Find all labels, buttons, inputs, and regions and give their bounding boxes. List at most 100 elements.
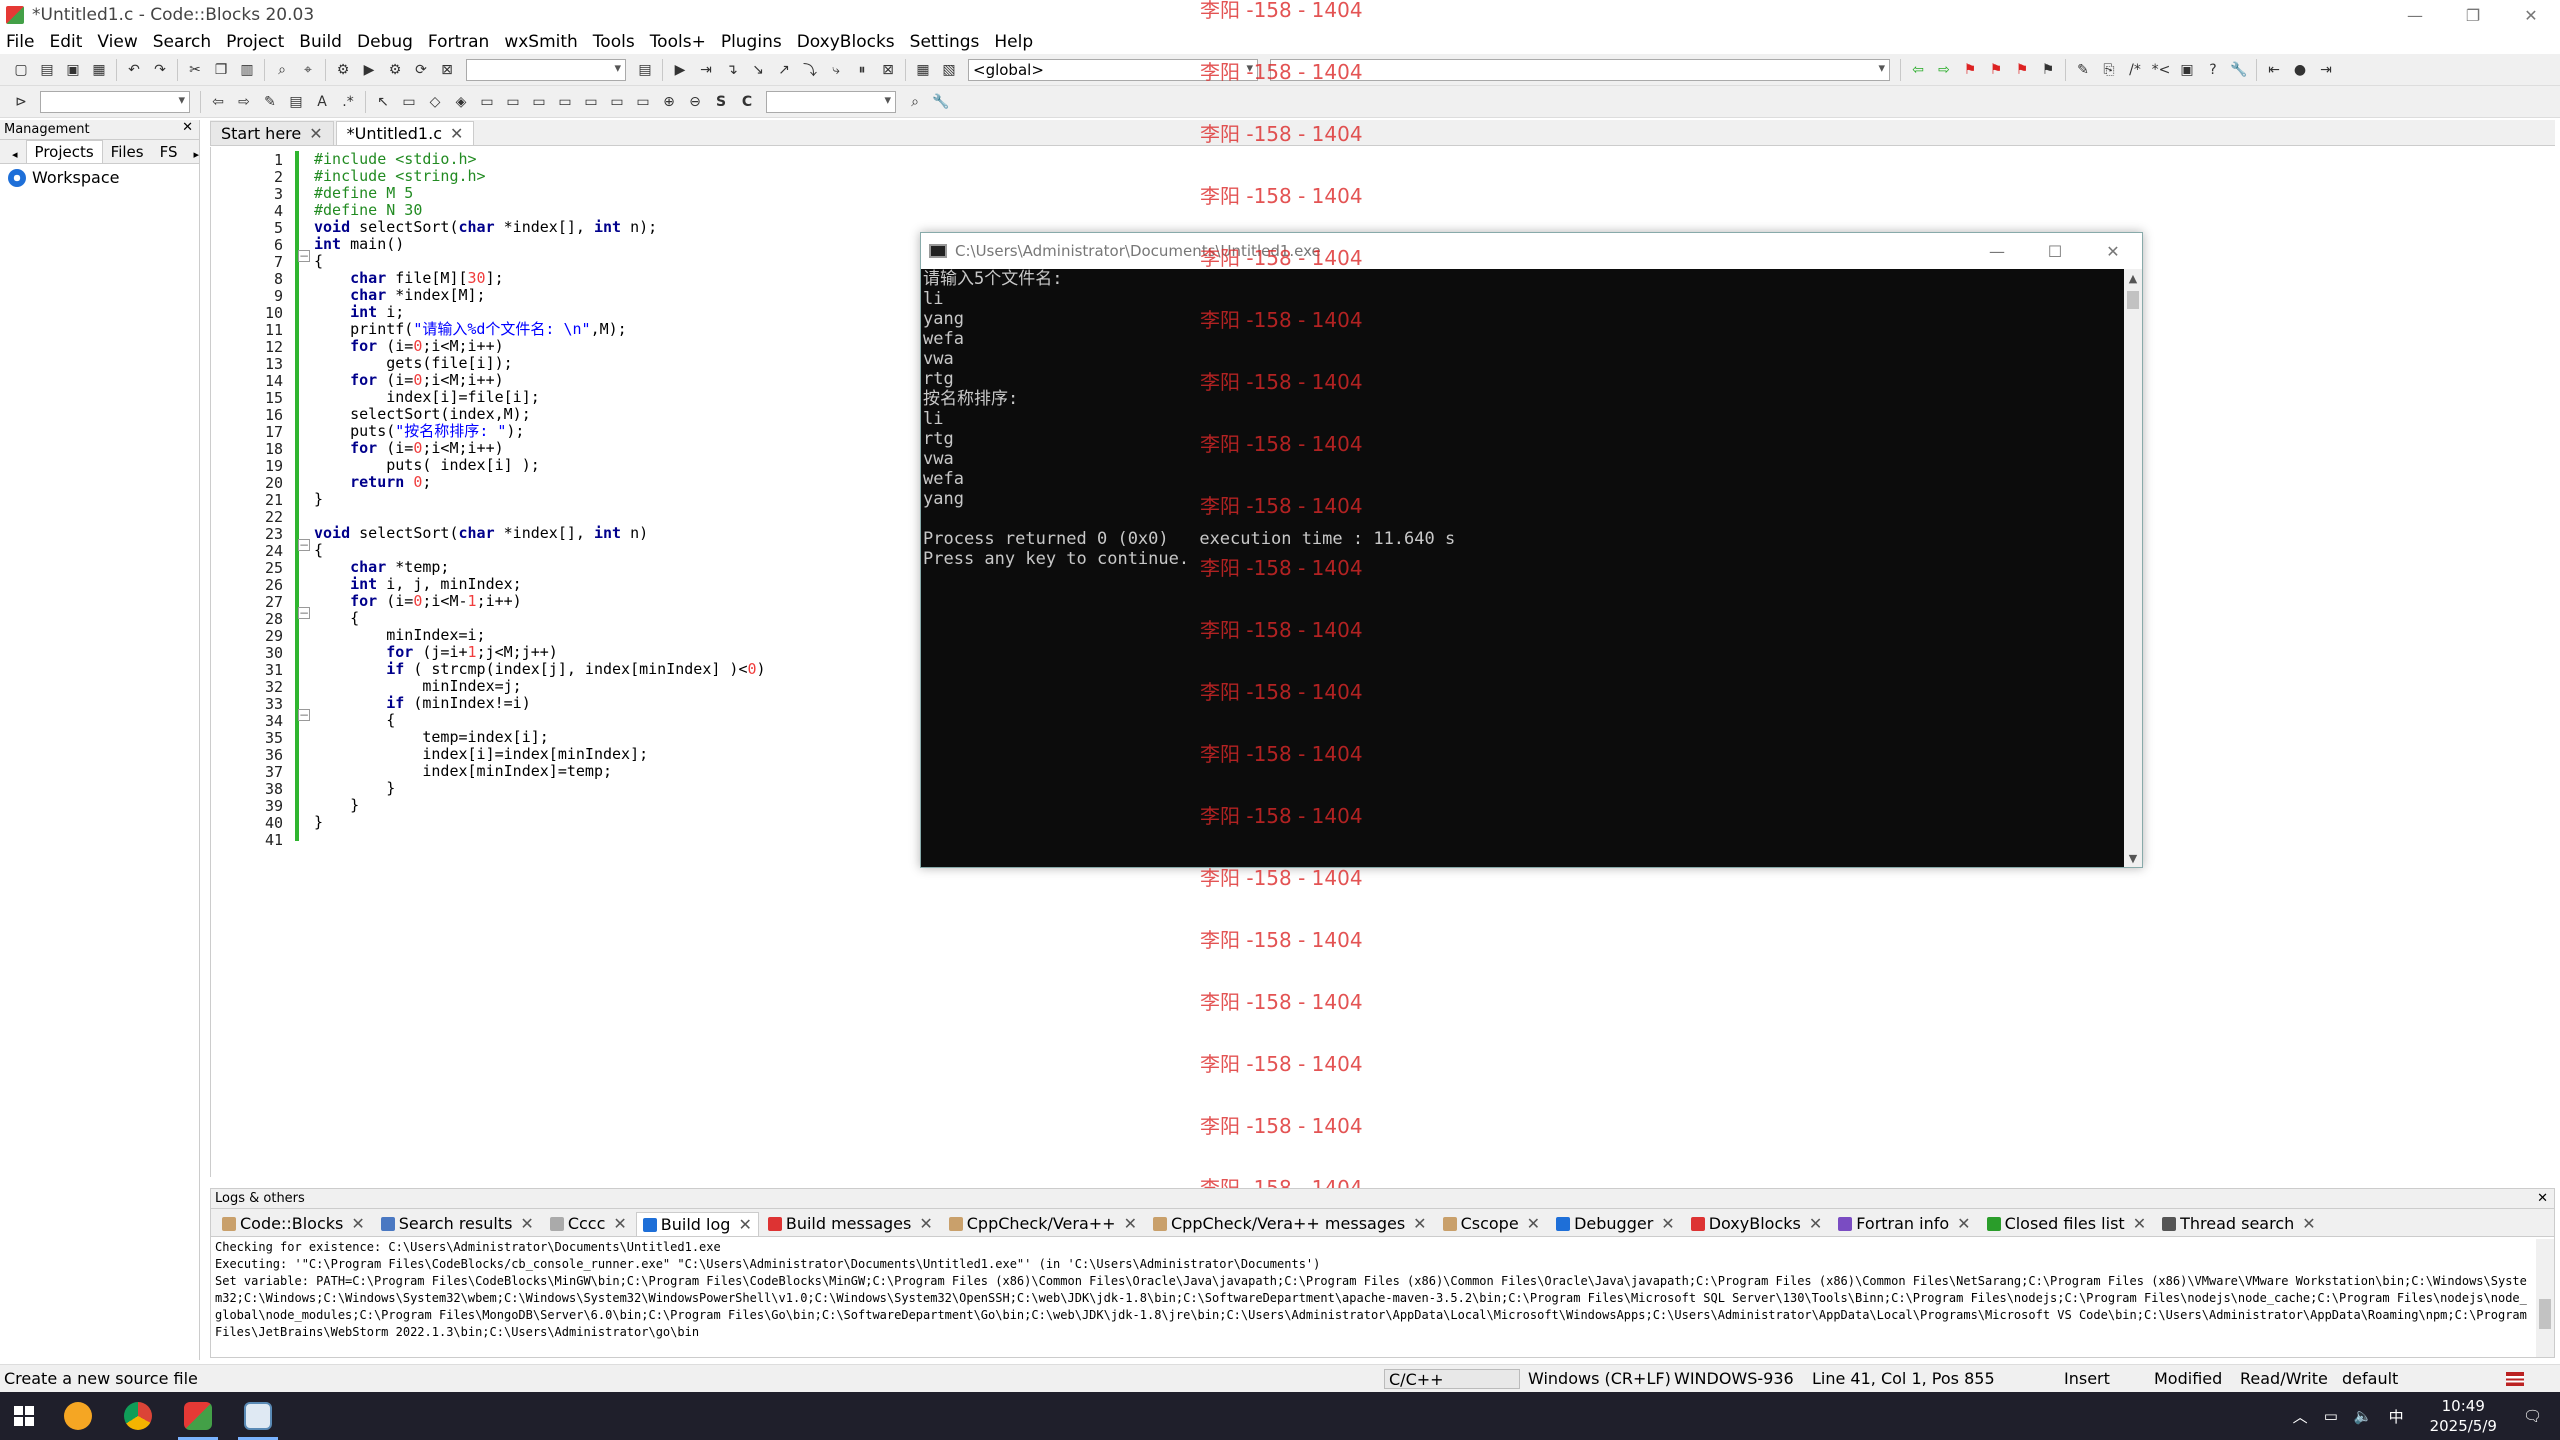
code-line[interactable] bbox=[314, 831, 766, 848]
code-line[interactable]: char *index[M]; bbox=[314, 287, 766, 304]
menu-plugins[interactable]: Plugins bbox=[721, 32, 782, 52]
redo-icon[interactable]: ↷ bbox=[149, 59, 171, 81]
start-button[interactable] bbox=[0, 1392, 48, 1440]
close-icon[interactable]: ✕ bbox=[919, 1214, 932, 1233]
code-line[interactable]: index[minIndex]=temp; bbox=[314, 763, 766, 780]
shape-return-icon[interactable]: ▭ bbox=[632, 91, 654, 113]
menu-search[interactable]: Search bbox=[153, 32, 211, 52]
debug-windows-icon[interactable]: ▦ bbox=[912, 59, 934, 81]
code-line[interactable]: minIndex=i; bbox=[314, 627, 766, 644]
c-icon[interactable]: C bbox=[736, 91, 758, 113]
code-line[interactable]: { bbox=[314, 253, 766, 270]
code-line[interactable]: char file[M][30]; bbox=[314, 270, 766, 287]
menu-edit[interactable]: Edit bbox=[49, 32, 82, 52]
scroll-up-icon[interactable]: ▲ bbox=[2124, 269, 2142, 287]
debug-run-icon[interactable]: ▶ bbox=[669, 59, 691, 81]
run-icon[interactable]: ▶ bbox=[358, 59, 380, 81]
bookmark-prev-icon[interactable]: ⚑ bbox=[1985, 59, 2007, 81]
code-line[interactable]: gets(file[i]); bbox=[314, 355, 766, 372]
menu-fortran[interactable]: Fortran bbox=[428, 32, 489, 52]
network-icon[interactable]: ▭ bbox=[2324, 1407, 2338, 1425]
code-line[interactable] bbox=[314, 508, 766, 525]
code-line[interactable]: index[i]=index[minIndex]; bbox=[314, 746, 766, 763]
taskbar-app-explorer[interactable] bbox=[48, 1392, 108, 1440]
regex-icon[interactable]: .* bbox=[337, 91, 359, 113]
fortran-home-icon[interactable]: ● bbox=[2289, 59, 2311, 81]
zoom-out-icon[interactable]: ⊖ bbox=[684, 91, 706, 113]
zoom-in-icon[interactable]: ⊕ bbox=[658, 91, 680, 113]
code-line[interactable]: int i, j, minIndex; bbox=[314, 576, 766, 593]
code-line[interactable]: #define N 30 bbox=[314, 202, 766, 219]
taskbar-app-codeblocks[interactable] bbox=[168, 1392, 228, 1440]
build-gear-icon[interactable]: ⚙ bbox=[332, 59, 354, 81]
build-target-combo[interactable] bbox=[466, 58, 626, 81]
search-options-icon[interactable]: 🔧 bbox=[930, 91, 952, 113]
fold-marker[interactable]: − bbox=[298, 709, 310, 721]
build-run-icon[interactable]: ⚙ bbox=[384, 59, 406, 81]
shape-switch-icon[interactable]: ▭ bbox=[554, 91, 576, 113]
replace-icon[interactable]: ⌖ bbox=[297, 59, 319, 81]
log-tab-search-results[interactable]: Search results ✕ bbox=[374, 1211, 541, 1236]
log-tab-build-messages[interactable]: Build messages ✕ bbox=[761, 1211, 940, 1236]
target-options-icon[interactable]: ▤ bbox=[634, 59, 656, 81]
log-tab-fortran-info[interactable]: Fortran info ✕ bbox=[1831, 1211, 1977, 1236]
code-line[interactable]: { bbox=[314, 542, 766, 559]
copy-icon[interactable]: ❐ bbox=[210, 59, 232, 81]
code-line[interactable]: } bbox=[314, 814, 766, 831]
tray-expand-icon[interactable]: ︿ bbox=[2293, 1406, 2308, 1427]
menu-settings[interactable]: Settings bbox=[910, 32, 980, 52]
code-line[interactable]: for (j=i+1;j<M;j++) bbox=[314, 644, 766, 661]
run-to-cursor-icon[interactable]: ⇥ bbox=[695, 59, 717, 81]
code-line[interactable]: } bbox=[314, 797, 766, 814]
close-button[interactable]: ✕ bbox=[2502, 0, 2560, 30]
doxyblocks-extract-icon[interactable]: ⎘ bbox=[2098, 59, 2120, 81]
fortran-jump-forward-icon[interactable]: ⇥ bbox=[2315, 59, 2337, 81]
shape-case-icon[interactable]: ▭ bbox=[580, 91, 602, 113]
step-out-icon[interactable]: ↗ bbox=[773, 59, 795, 81]
save-all-icon[interactable]: ▦ bbox=[88, 59, 110, 81]
code-line[interactable]: if ( strcmp(index[j], index[minIndex] )<… bbox=[314, 661, 765, 678]
paste-icon[interactable]: ▥ bbox=[236, 59, 258, 81]
code-line[interactable]: int main() bbox=[314, 236, 766, 253]
code-line[interactable]: } bbox=[314, 491, 766, 508]
menu-view[interactable]: View bbox=[97, 32, 137, 52]
menu-debug[interactable]: Debug bbox=[357, 32, 413, 52]
close-icon[interactable]: ✕ bbox=[520, 1214, 533, 1233]
fold-marker[interactable]: − bbox=[298, 539, 310, 551]
code-line[interactable]: } bbox=[314, 780, 766, 797]
log-tab-cppcheck-vera-[interactable]: CppCheck/Vera++ ✕ bbox=[942, 1211, 1144, 1236]
code-line[interactable]: temp=index[i]; bbox=[314, 729, 766, 746]
select-icon[interactable]: ▤ bbox=[285, 91, 307, 113]
debug-info-icon[interactable]: ▧ bbox=[938, 59, 960, 81]
close-icon[interactable]: ✕ bbox=[1809, 1214, 1822, 1233]
jump-forward-icon[interactable]: ⇨ bbox=[1933, 59, 1955, 81]
nav-back-icon[interactable]: ⇦ bbox=[207, 91, 229, 113]
code-line[interactable]: minIndex=j; bbox=[314, 678, 766, 695]
search-combo[interactable] bbox=[766, 90, 896, 113]
log-tab-closed-files-list[interactable]: Closed files list ✕ bbox=[1980, 1211, 2154, 1236]
rebuild-icon[interactable]: ⟳ bbox=[410, 59, 432, 81]
menu-build[interactable]: Build bbox=[299, 32, 342, 52]
mgmt-scroll-right-icon[interactable]: ▸ bbox=[185, 146, 207, 163]
code-line[interactable]: { bbox=[314, 712, 766, 729]
code-line[interactable]: for (i=0;i<M-1;i++) bbox=[314, 593, 766, 610]
doxy-run-icon[interactable]: ▣ bbox=[2176, 59, 2198, 81]
menu-file[interactable]: File bbox=[6, 32, 34, 52]
fold-marker[interactable]: − bbox=[298, 250, 310, 262]
console-window[interactable]: C:\Users\Administrator\Documents\Untitle… bbox=[920, 232, 2143, 868]
console-maximize-button[interactable]: ☐ bbox=[2026, 233, 2084, 269]
code-line[interactable]: #define M 5 bbox=[314, 185, 766, 202]
nav-forward-icon[interactable]: ⇨ bbox=[233, 91, 255, 113]
log-tab-debugger[interactable]: Debugger ✕ bbox=[1549, 1211, 1682, 1236]
next-line-icon[interactable]: ↴ bbox=[721, 59, 743, 81]
symbol-combo[interactable] bbox=[1270, 58, 1890, 81]
code-line[interactable]: for (i=0;i<M;i++) bbox=[314, 440, 766, 457]
close-icon[interactable]: ✕ bbox=[2302, 1214, 2315, 1233]
highlight-icon[interactable]: ✎ bbox=[259, 91, 281, 113]
workspace-node[interactable]: Workspace bbox=[0, 164, 199, 191]
code-line[interactable]: selectSort(index,M); bbox=[314, 406, 766, 423]
comment-line-icon[interactable]: *< bbox=[2150, 59, 2172, 81]
scope-combo[interactable]: <global> bbox=[968, 58, 1258, 81]
new-file-icon[interactable]: ▢ bbox=[10, 59, 32, 81]
menu-doxyblocks[interactable]: DoxyBlocks bbox=[797, 32, 895, 52]
